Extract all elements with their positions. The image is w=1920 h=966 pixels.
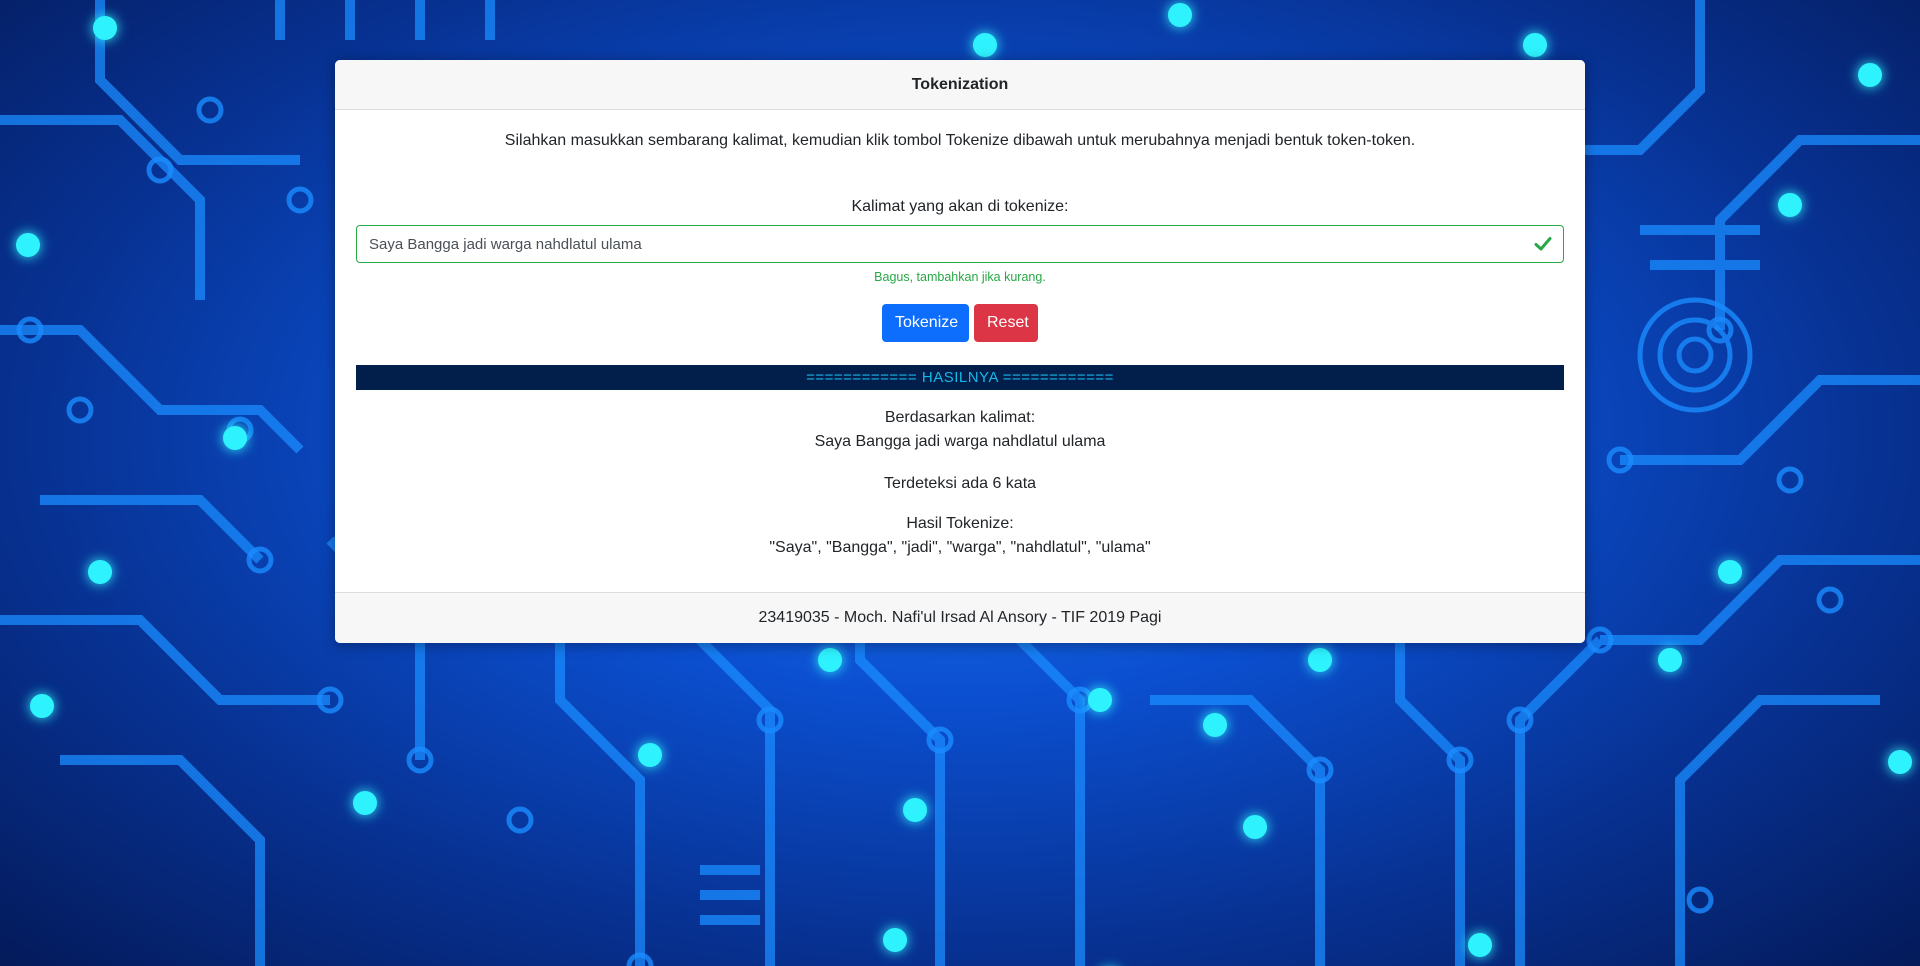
- glow-light: [1888, 750, 1912, 774]
- intro-text: Silahkan masukkan sembarang kalimat, kem…: [504, 132, 1416, 149]
- glow-light: [1658, 648, 1682, 672]
- circuit-trace: [60, 755, 265, 966]
- circuit-pad: [1816, 586, 1844, 614]
- glow-light: [1778, 193, 1802, 217]
- based-on-sentence: Saya Bangga jadi warga nahdlatul ulama: [814, 433, 1106, 450]
- glow-light: [1088, 688, 1112, 712]
- tokenization-card: Tokenization Silahkan masukkan sembarang…: [335, 60, 1585, 643]
- glow-light: [1308, 648, 1332, 672]
- circuit-trace: [1515, 636, 1604, 966]
- button-row: Tokenize Reset: [335, 304, 1585, 342]
- tokens-value: "Saya", "Bangga", "jadi", "warga", "nahd…: [769, 539, 1151, 556]
- glow-light: [1718, 560, 1742, 584]
- circuit-trace: [40, 495, 264, 564]
- circuit-ring: [1676, 336, 1714, 374]
- circuit-trace: [1600, 555, 1920, 645]
- circuit-trace: [700, 865, 760, 925]
- glow-light: [88, 560, 112, 584]
- circuit-trace: [0, 325, 304, 454]
- circuit-trace: [275, 0, 495, 40]
- circuit-trace: [1150, 695, 1325, 966]
- glow-light: [1523, 33, 1547, 57]
- glow-light: [353, 791, 377, 815]
- reset-button[interactable]: Reset: [974, 304, 1038, 342]
- tokens-label: Hasil Tokenize:: [906, 515, 1014, 532]
- circuit-pad: [286, 186, 314, 214]
- glow-light: [638, 743, 662, 767]
- card-body: Silahkan masukkan sembarang kalimat, kem…: [335, 110, 1585, 593]
- circuit-trace: [1675, 695, 1880, 966]
- glow-light: [973, 33, 997, 57]
- circuit-trace: [0, 615, 330, 705]
- card-footer: 23419035 - Moch. Nafi'ul Irsad Al Ansory…: [335, 592, 1585, 643]
- tokenize-button[interactable]: Tokenize: [882, 304, 969, 342]
- circuit-ring: [1637, 297, 1753, 413]
- glow-light: [1858, 63, 1882, 87]
- result-banner: ============ HASILNYA ============: [356, 365, 1564, 390]
- glow-light: [93, 16, 117, 40]
- circuit-trace: [555, 600, 645, 966]
- tokens-block: Hasil Tokenize: "Saya", "Bangga", "jadi"…: [335, 512, 1585, 560]
- glow-light: [223, 426, 247, 450]
- glow-light: [903, 798, 927, 822]
- based-on-block: Berdasarkan kalimat: Saya Bangga jadi wa…: [335, 406, 1585, 454]
- sentence-input[interactable]: [356, 225, 1564, 263]
- circuit-ring: [1657, 317, 1733, 393]
- glow-light: [30, 694, 54, 718]
- glow-light: [883, 928, 907, 952]
- sentence-input-wrapper: [356, 225, 1564, 263]
- circuit-trace: [1640, 225, 1760, 270]
- circuit-pad: [506, 806, 534, 834]
- circuit-trace: [1620, 375, 1920, 465]
- circuit-pad: [1686, 886, 1714, 914]
- circuit-pad: [196, 96, 224, 124]
- glow-light: [1243, 815, 1267, 839]
- glow-light: [818, 648, 842, 672]
- glow-light: [1468, 933, 1492, 957]
- check-icon: [1534, 237, 1552, 251]
- valid-feedback: Bagus, tambahkan jika kurang.: [874, 270, 1046, 284]
- based-on-label: Berdasarkan kalimat:: [884, 409, 1036, 426]
- glow-light: [1203, 713, 1227, 737]
- word-count-text: Terdeteksi ada 6 kata: [883, 475, 1037, 492]
- circuit-pad: [66, 396, 94, 424]
- circuit-trace: [996, 616, 1085, 966]
- glow-light: [16, 233, 40, 257]
- card-title: Tokenization: [335, 60, 1585, 110]
- input-label: Kalimat yang akan di tokenize:: [851, 198, 1069, 215]
- circuit-pad: [1776, 466, 1804, 494]
- glow-light: [1168, 3, 1192, 27]
